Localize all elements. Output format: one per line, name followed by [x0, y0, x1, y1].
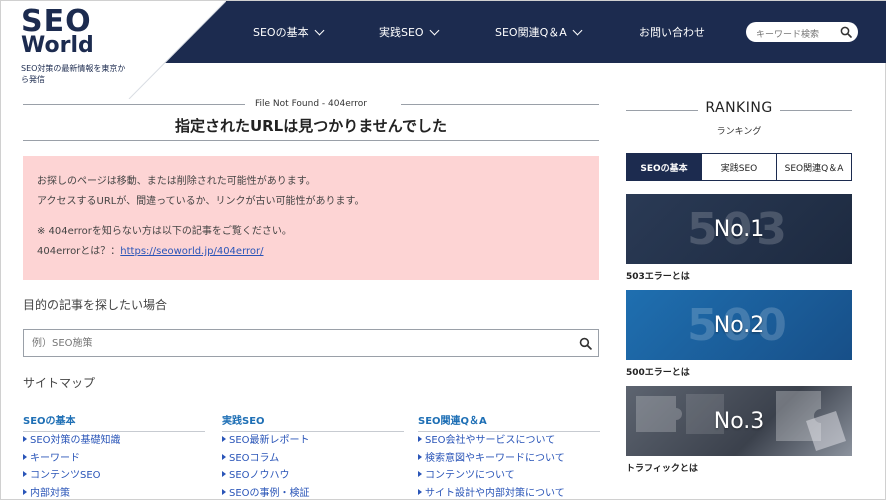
- ranking-tabs: SEOの基本 実践SEO SEO関連Q＆A: [626, 153, 852, 181]
- search-icon[interactable]: [579, 337, 592, 350]
- sitemap-column-seo-basics: SEOの基本 SEO対策の基礎知識 キーワード コンテンツSEO 内部対策: [23, 412, 205, 500]
- header-search-input[interactable]: [756, 25, 842, 45]
- nav-seo-qa[interactable]: SEO関連Q＆A: [495, 24, 583, 40]
- chevron-down-icon: [429, 25, 440, 35]
- triangle-right-icon: [418, 453, 422, 460]
- sitemap-link[interactable]: SEOノウハウ: [222, 467, 404, 485]
- nav-label: SEO関連Q＆A: [495, 26, 567, 39]
- logo[interactable]: SEO World SEO対策の最新情報を東京から発信: [1, 1, 226, 99]
- sitemap-link[interactable]: SEO対策の基礎知識: [23, 432, 205, 450]
- notice-text: アクセスするURLが、間違っているか、リンクが古い可能性があります。: [37, 196, 365, 207]
- triangle-right-icon: [23, 436, 27, 442]
- notice-text: 404errorとは？：https://seoworld.jp/404error…: [37, 242, 585, 262]
- nav-label: 実践SEO: [379, 26, 424, 39]
- triangle-right-icon: [222, 471, 226, 477]
- article-search-input[interactable]: [24, 330, 564, 356]
- rank-number: No.3: [713, 408, 765, 434]
- nav-label: お問い合わせ: [639, 26, 705, 39]
- divider: [23, 140, 599, 141]
- article-search: [23, 329, 599, 357]
- triangle-right-icon: [23, 471, 27, 477]
- sitemap-link[interactable]: サイト設計や内部対策について: [418, 485, 600, 500]
- ranking-caption[interactable]: トラフィックとは: [626, 461, 852, 474]
- ranking-card-3[interactable]: No.3 トラフィックとは: [626, 386, 852, 474]
- search-icon[interactable]: [840, 26, 852, 38]
- sitemap-link[interactable]: コンテンツSEO: [23, 467, 205, 485]
- ranking-thumbnail[interactable]: 500 No.2: [626, 290, 852, 360]
- ranking-thumbnail[interactable]: No.3: [626, 386, 852, 456]
- header-search: [746, 22, 858, 45]
- sitemap-link[interactable]: SEOコラム: [222, 450, 404, 468]
- tab-practical-seo[interactable]: 実践SEO: [701, 154, 776, 180]
- error-notice: お探しのページは移動、または削除された可能性があります。 アクセスするURLが、…: [23, 156, 599, 280]
- logo-world-text: World: [21, 33, 94, 58]
- sitemap-link[interactable]: SEO最新レポート: [222, 432, 404, 450]
- chevron-down-icon: [572, 25, 583, 35]
- page-title: 指定されたURLは見つかりませんでした: [174, 117, 448, 135]
- sitemap-link[interactable]: キーワード: [23, 450, 205, 468]
- triangle-right-icon: [418, 488, 422, 495]
- chevron-down-icon: [314, 25, 325, 35]
- rank-number: No.2: [713, 312, 765, 338]
- nav-practical-seo[interactable]: 実践SEO: [379, 24, 440, 40]
- sitemap-link[interactable]: 内部対策: [23, 485, 205, 500]
- sitemap-link[interactable]: 検索意図やキーワードについて: [418, 450, 600, 468]
- ranking-card-1[interactable]: 503 No.1 503エラーとは: [626, 194, 852, 282]
- nav-contact[interactable]: お問い合わせ: [639, 24, 705, 40]
- notice-text: お探しのページは移動、または削除された可能性があります。: [37, 176, 316, 187]
- sitemap-column-practical-seo: 実践SEO SEO最新レポート SEOコラム SEOノウハウ SEOの事例・検証: [222, 412, 404, 500]
- 404error-article-link[interactable]: https://seoworld.jp/404error/: [120, 246, 263, 257]
- ranking-card-2[interactable]: 500 No.2 500エラーとは: [626, 290, 852, 378]
- sitemap-column-seo-qa: SEO関連Q＆A SEO会社やサービスについて 検索意図やキーワードについて コ…: [418, 412, 600, 500]
- sitemap-link[interactable]: SEOの事例・検証: [222, 485, 404, 500]
- sitemap-heading: サイトマップ: [23, 376, 96, 390]
- triangle-right-icon: [222, 453, 226, 460]
- nav-seo-basics[interactable]: SEOの基本: [253, 24, 325, 40]
- ranking-thumbnail[interactable]: 503 No.1: [626, 194, 852, 264]
- sitemap-column-head[interactable]: 実践SEO: [222, 412, 404, 432]
- error-code: File Not Found - 404error: [255, 99, 367, 109]
- ranking-caption[interactable]: 503エラーとは: [626, 269, 852, 282]
- nav-label: SEOの基本: [253, 26, 309, 39]
- tab-seo-basics[interactable]: SEOの基本: [627, 154, 701, 180]
- sitemap-link[interactable]: コンテンツについて: [418, 467, 600, 485]
- triangle-right-icon: [23, 488, 27, 495]
- triangle-right-icon: [222, 436, 226, 442]
- triangle-right-icon: [23, 453, 27, 460]
- triangle-right-icon: [418, 436, 422, 442]
- triangle-right-icon: [418, 471, 422, 477]
- rank-number: No.1: [713, 216, 765, 242]
- notice-text: ※ 404errorを知らない方は以下の記事をご覧ください。: [37, 226, 292, 237]
- ranking-caption[interactable]: 500エラーとは: [626, 365, 852, 378]
- logo-tagline: SEO対策の最新情報を東京から発信: [21, 64, 126, 84]
- ranking-title: RANKING: [705, 100, 773, 116]
- tab-seo-qa[interactable]: SEO関連Q＆A: [776, 154, 851, 180]
- sitemap-column-head[interactable]: SEO関連Q＆A: [418, 412, 600, 432]
- find-article-heading: 目的の記事を探したい場合: [23, 298, 168, 312]
- sitemap-link[interactable]: SEO会社やサービスについて: [418, 432, 600, 450]
- notice-link-prefix: 404errorとは？：: [37, 246, 121, 257]
- sitemap-column-head[interactable]: SEOの基本: [23, 412, 205, 432]
- ranking-subtitle: ランキング: [716, 127, 762, 137]
- triangle-right-icon: [222, 488, 226, 495]
